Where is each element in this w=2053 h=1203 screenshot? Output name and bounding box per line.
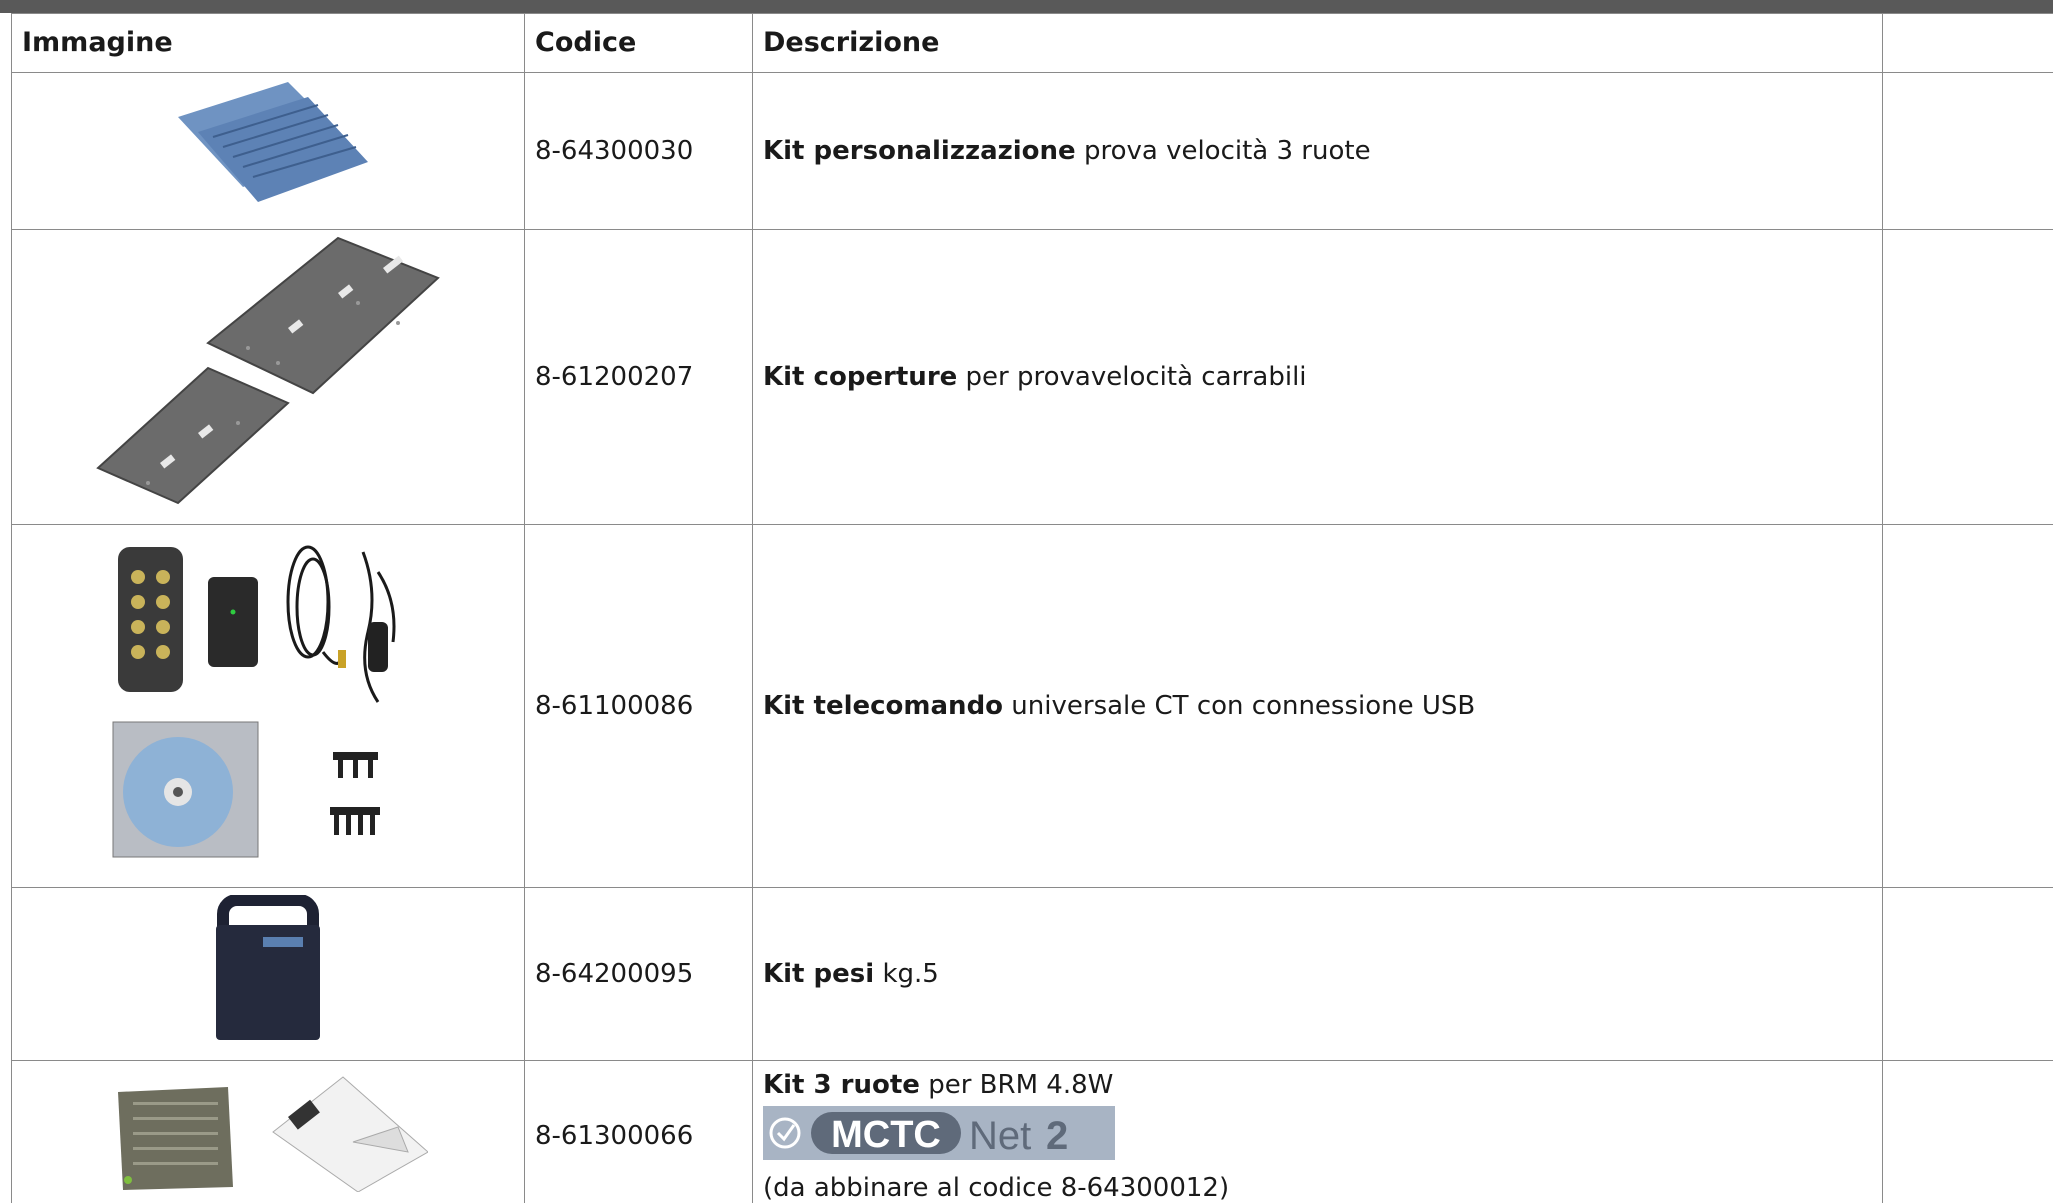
description-bold: Kit 3 ruote bbox=[763, 1069, 920, 1100]
top-bar bbox=[0, 0, 2053, 13]
code-cell: 8-61300066 bbox=[524, 1060, 753, 1203]
table-header-row: Immagine Codice Descrizione bbox=[11, 13, 2053, 73]
image-cell bbox=[11, 72, 525, 230]
catalog-page: Immagine Codice Descrizione 8-64300030 K… bbox=[0, 0, 2053, 1203]
description-text: kg.5 bbox=[874, 959, 939, 989]
logo-net-text: Net bbox=[969, 1114, 1031, 1158]
image-cell bbox=[11, 887, 525, 1061]
code-cell: 8-61100086 bbox=[524, 524, 753, 888]
description-cell: Kit pesi kg.5 bbox=[752, 887, 1883, 1061]
mctc-net2-logo: MCTC Net 2 bbox=[763, 1105, 1115, 1160]
description-cell: Kit personalizzazione prova velocità 3 r… bbox=[752, 72, 1883, 230]
description-cell: Kit telecomando universale CT con connes… bbox=[752, 524, 1883, 888]
extra-cell bbox=[1882, 72, 2053, 230]
description-text: prova velocità 3 ruote bbox=[1075, 136, 1371, 166]
header-code: Codice bbox=[524, 13, 753, 73]
table-row: 8-61300066 Kit 3 ruote per BRM 4.8W MCTC… bbox=[11, 1060, 2053, 1203]
table-row: 8-61200207 Kit coperture per provaveloci… bbox=[11, 229, 2053, 525]
logo-number-text: 2 bbox=[1046, 1114, 1068, 1158]
table-row: 8-64300030 Kit personalizzazione prova v… bbox=[11, 72, 2053, 230]
image-cell bbox=[11, 524, 525, 888]
table-row: 8-61100086 Kit telecomando universale CT… bbox=[11, 524, 2053, 888]
code-cell: 8-61200207 bbox=[524, 229, 753, 525]
description-bold: Kit telecomando bbox=[763, 691, 1004, 721]
product-table: Immagine Codice Descrizione 8-64300030 K… bbox=[11, 13, 2053, 1203]
description-line: Kit 3 ruote per BRM 4.8W bbox=[763, 1068, 1872, 1102]
extra-cell bbox=[1882, 229, 2053, 525]
metal-cover-plates-image bbox=[96, 236, 440, 504]
three-wheel-kit-image bbox=[118, 1075, 429, 1193]
header-image: Immagine bbox=[11, 13, 525, 73]
table-row: 8-64200095 Kit pesi kg.5 bbox=[11, 887, 2053, 1061]
image-cell bbox=[11, 229, 525, 525]
mctc-net2-logo-svg: MCTC Net 2 bbox=[769, 1111, 1068, 1158]
extra-cell bbox=[1882, 1060, 2053, 1203]
description-cell: Kit coperture per provavelocità carrabil… bbox=[752, 229, 1883, 525]
description-bold: Kit coperture bbox=[763, 362, 958, 392]
description-bold: Kit personalizzazione bbox=[763, 136, 1076, 166]
code-cell: 8-64300030 bbox=[524, 72, 753, 230]
remote-control-kit-image bbox=[112, 545, 396, 857]
extra-cell bbox=[1882, 887, 2053, 1061]
blue-rubber-mats-image bbox=[178, 81, 368, 202]
description-text: universale CT con connessione USB bbox=[1003, 691, 1476, 721]
code-cell: 8-64200095 bbox=[524, 887, 753, 1061]
extra-cell bbox=[1882, 524, 2053, 888]
description-text: per provavelocità carrabili bbox=[957, 362, 1307, 392]
description-text: per BRM 4.8W bbox=[919, 1069, 1114, 1100]
description-bold: Kit pesi bbox=[763, 959, 875, 989]
logo-mctc-text: MCTC bbox=[831, 1114, 941, 1156]
image-cell bbox=[11, 1060, 525, 1203]
description-note: (da abbinare al codice 8-64300012) bbox=[763, 1172, 1230, 1203]
description-cell: Kit 3 ruote per BRM 4.8W MCTC Net 2 (da … bbox=[752, 1060, 1883, 1203]
weight-case-image bbox=[216, 893, 320, 1040]
header-extra bbox=[1882, 13, 2053, 73]
header-description: Descrizione bbox=[752, 13, 1883, 73]
